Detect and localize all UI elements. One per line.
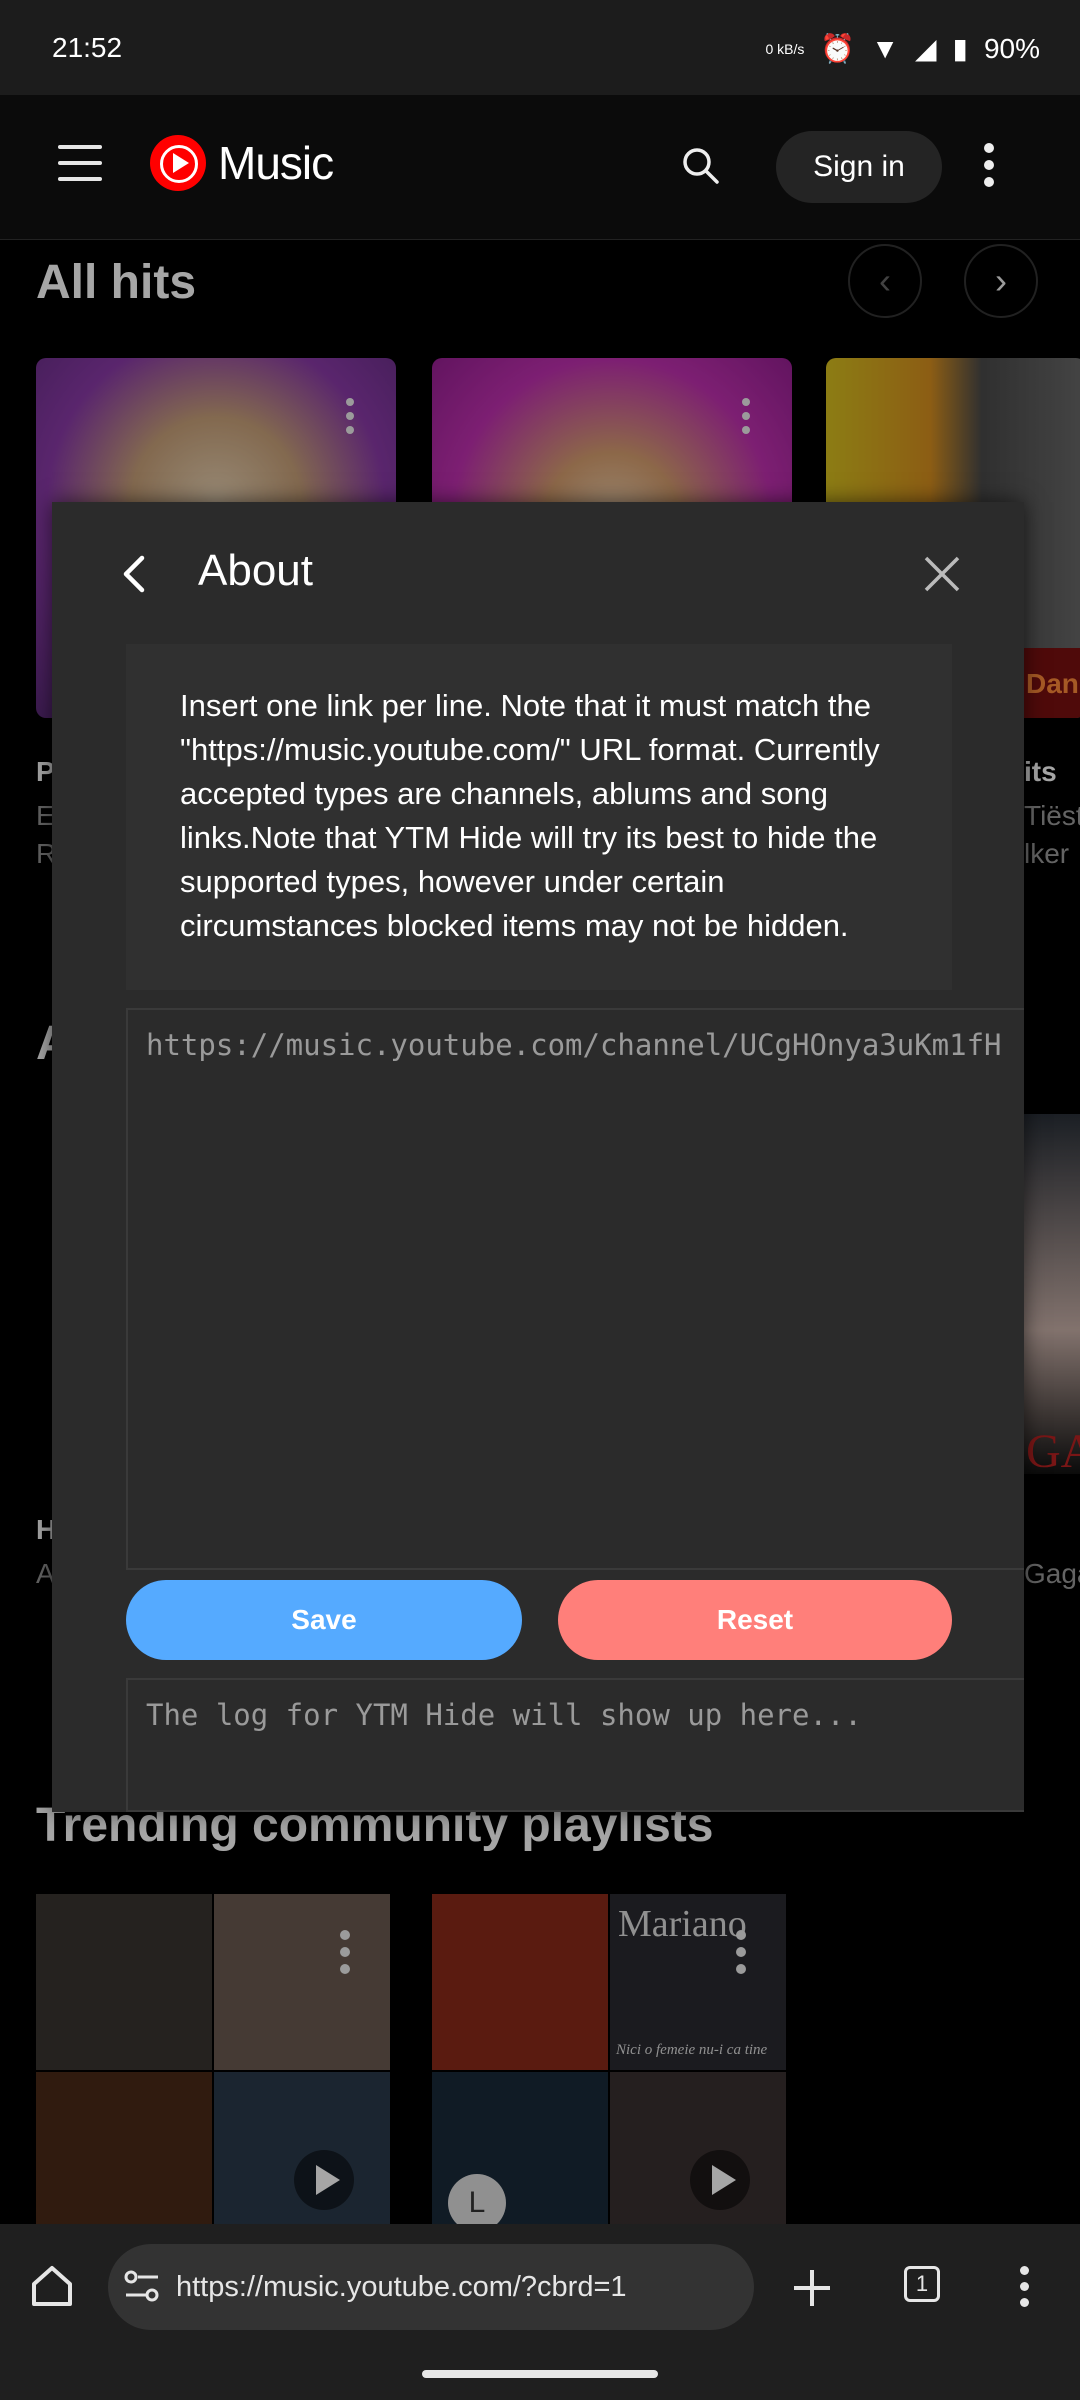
site-settings-icon[interactable]: [122, 2268, 162, 2304]
logo-text: Music: [218, 137, 334, 189]
battery-level: 90%: [983, 32, 1040, 64]
browser-menu-icon[interactable]: [1020, 2266, 1030, 2314]
tab-switcher-button[interactable]: 1: [904, 2266, 940, 2302]
more-options-icon[interactable]: [984, 143, 996, 187]
blocked-links-textarea[interactable]: https://music.youtube.com/channel/UCgHOn…: [126, 1008, 1024, 1570]
status-icons: 0 kB/s ⏰ ▼ ◢ ▮ 90%: [765, 32, 1040, 65]
youtube-music-logo[interactable]: Music: [150, 135, 334, 191]
menu-icon[interactable]: [58, 145, 102, 181]
address-bar[interactable]: https://music.youtube.com/?cbrd=1: [108, 2244, 754, 2330]
status-bar: 21:52 0 kB/s ⏰ ▼ ◢ ▮ 90%: [0, 0, 1080, 95]
new-tab-icon[interactable]: [790, 2266, 834, 2310]
log-textarea: The log for YTM Hide will show up here..…: [126, 1678, 1024, 1812]
navigation-area: [0, 2350, 1080, 2400]
music-logo-icon: [150, 135, 206, 191]
battery-icon: ▮: [952, 33, 968, 64]
address-url: https://music.youtube.com/?cbrd=1: [176, 2270, 627, 2303]
dialog-title: About: [198, 546, 313, 595]
status-time: 21:52: [52, 32, 123, 63]
gesture-handle[interactable]: [422, 2370, 658, 2378]
signal-icon: ◢: [914, 33, 937, 64]
back-arrow-icon[interactable]: [114, 552, 154, 596]
app-bar: Music Sign in: [0, 95, 1080, 240]
net-speed: 0 kB/s: [765, 40, 805, 57]
browser-toolbar: https://music.youtube.com/?cbrd=1 1: [0, 2224, 1080, 2350]
dialog-header: About: [52, 502, 1024, 646]
wifi-icon: ▼: [871, 32, 899, 64]
alarm-icon: ⏰: [820, 33, 856, 64]
sign-in-button[interactable]: Sign in: [776, 131, 942, 203]
about-dialog: About Insert one link per line. Note tha…: [52, 502, 1024, 1812]
home-icon[interactable]: [30, 2264, 74, 2308]
reset-button[interactable]: Reset: [558, 1580, 952, 1660]
info-text: Insert one link per line. Note that it m…: [126, 644, 952, 990]
save-button[interactable]: Save: [126, 1580, 522, 1660]
close-icon[interactable]: [922, 554, 962, 594]
search-icon[interactable]: [680, 145, 720, 185]
